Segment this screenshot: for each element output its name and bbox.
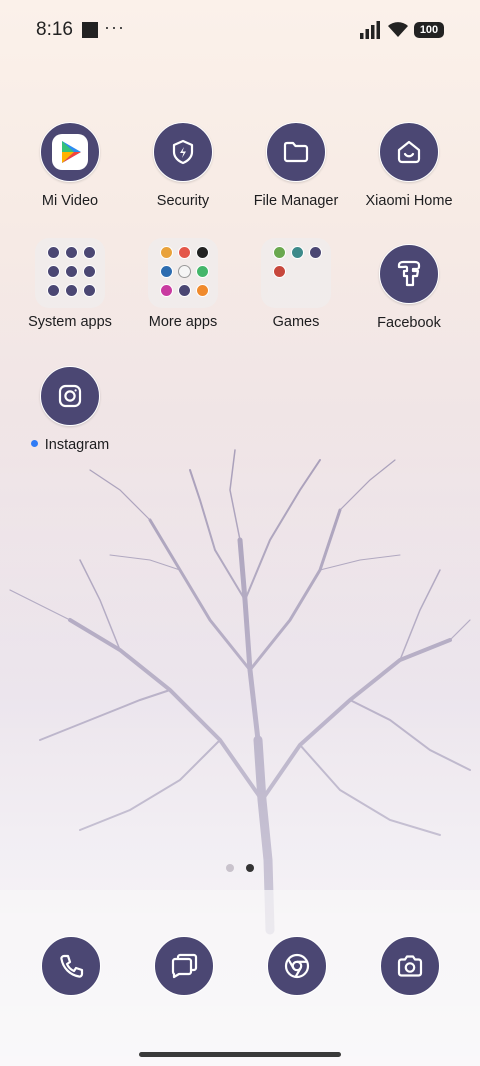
- camera-icon: [397, 955, 423, 977]
- mi-video-icon: [40, 122, 100, 182]
- home-gesture-bar[interactable]: [139, 1052, 341, 1057]
- new-install-dot: [30, 439, 38, 447]
- folder-label: Games: [272, 314, 320, 330]
- app-security[interactable]: Security: [127, 122, 239, 209]
- xiaomi-home-icon: [379, 122, 439, 182]
- page-dot-current: [246, 864, 254, 872]
- dock-phone-button[interactable]: [41, 936, 101, 996]
- dock-messages-button[interactable]: [154, 936, 214, 996]
- cellular-signal-icon: [360, 21, 380, 39]
- folder-system-apps-icon: [35, 238, 105, 308]
- app-label: Instagram: [44, 437, 110, 453]
- dock-camera-button[interactable]: [380, 936, 440, 996]
- app-label: Xiaomi Home: [365, 193, 453, 209]
- phone-icon: [60, 954, 84, 978]
- app-instagram[interactable]: Instagram: [14, 366, 126, 453]
- battery-indicator: 100: [414, 22, 444, 38]
- folder-games[interactable]: Games: [240, 238, 352, 330]
- app-label: File Manager: [253, 193, 339, 209]
- status-bar: 8:16 ··· 100: [0, 0, 480, 60]
- app-mi-video[interactable]: Mi Video: [14, 122, 126, 209]
- folder-more-apps-icon: [148, 238, 218, 308]
- status-time: 8:16: [36, 19, 73, 40]
- app-facebook[interactable]: Facebook: [353, 244, 465, 331]
- folder-games-icon: [261, 238, 331, 308]
- folder-system-apps[interactable]: System apps: [14, 238, 126, 330]
- messages-icon: [171, 953, 198, 979]
- folder-label: System apps: [28, 314, 112, 330]
- app-label: Security: [156, 193, 210, 209]
- app-file-manager[interactable]: File Manager: [240, 122, 352, 209]
- wifi-icon: [388, 22, 408, 37]
- facebook-icon: [379, 244, 439, 304]
- more-notifications-icon: ···: [104, 17, 125, 37]
- dock-chrome-button[interactable]: [267, 936, 327, 996]
- instagram-icon: [40, 366, 100, 426]
- folder-more-apps[interactable]: More apps: [127, 238, 239, 330]
- shield-bolt-icon: [153, 122, 213, 182]
- app-xiaomi-home[interactable]: Xiaomi Home: [353, 122, 465, 209]
- notification-square-icon: [82, 22, 98, 38]
- folder-icon: [266, 122, 326, 182]
- page-dot: [226, 864, 234, 872]
- app-label: Mi Video: [41, 193, 99, 209]
- folder-label: More apps: [148, 314, 218, 330]
- chrome-icon: [284, 953, 310, 979]
- app-label: Facebook: [377, 315, 441, 331]
